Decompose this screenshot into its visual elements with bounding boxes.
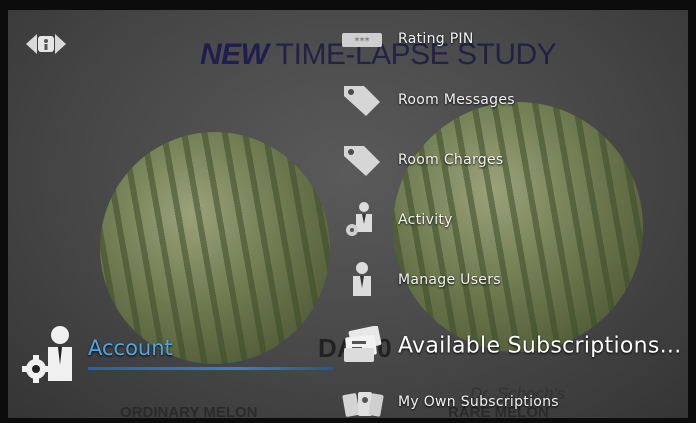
tag-icon bbox=[344, 146, 380, 176]
tag-icon bbox=[344, 86, 380, 116]
svg-text:***: *** bbox=[355, 36, 370, 47]
account-settings-icon bbox=[22, 326, 72, 383]
menu-item-label: Room Messages bbox=[398, 92, 515, 108]
account-label: Account bbox=[88, 336, 173, 360]
menu-item-label: Activity bbox=[398, 212, 453, 228]
background-left-caption: ORDINARY MELON bbox=[120, 404, 258, 421]
pin-entry-icon: *** bbox=[342, 33, 382, 47]
person-activity-icon bbox=[346, 202, 372, 236]
back-arrow-icon[interactable] bbox=[26, 34, 66, 54]
subscription-cards-icon bbox=[344, 326, 382, 362]
menu-item-available-subscriptions[interactable]: Available Subscriptions... bbox=[340, 326, 682, 366]
menu-item-label: My Own Subscriptions bbox=[398, 394, 559, 410]
menu-item-activity[interactable]: Activity bbox=[340, 200, 680, 240]
tv-screen: NEW TIME-LAPSE STUDY DAY 0 Dr. Schoch's … bbox=[0, 0, 696, 423]
menu-item-manage-users[interactable]: Manage Users bbox=[340, 260, 680, 300]
account-menu[interactable]: Account bbox=[16, 323, 336, 383]
menu-item-room-messages[interactable]: Room Messages bbox=[340, 80, 680, 120]
menu-item-label: Available Subscriptions... bbox=[398, 333, 682, 359]
account-underline bbox=[88, 367, 334, 370]
my-subscriptions-icon bbox=[342, 392, 384, 417]
menu-item-room-charges[interactable]: Room Charges bbox=[340, 140, 680, 180]
menu-item-my-own-subscriptions[interactable]: My Own Subscriptions bbox=[340, 382, 680, 422]
person-icon bbox=[353, 262, 371, 296]
menu-item-label: Manage Users bbox=[398, 272, 501, 288]
menu-item-rating-pin[interactable]: *** Rating PIN bbox=[340, 19, 680, 59]
menu-item-label: Rating PIN bbox=[398, 31, 474, 47]
menu-item-label: Room Charges bbox=[398, 152, 504, 168]
background-headline-new: NEW bbox=[200, 38, 269, 71]
